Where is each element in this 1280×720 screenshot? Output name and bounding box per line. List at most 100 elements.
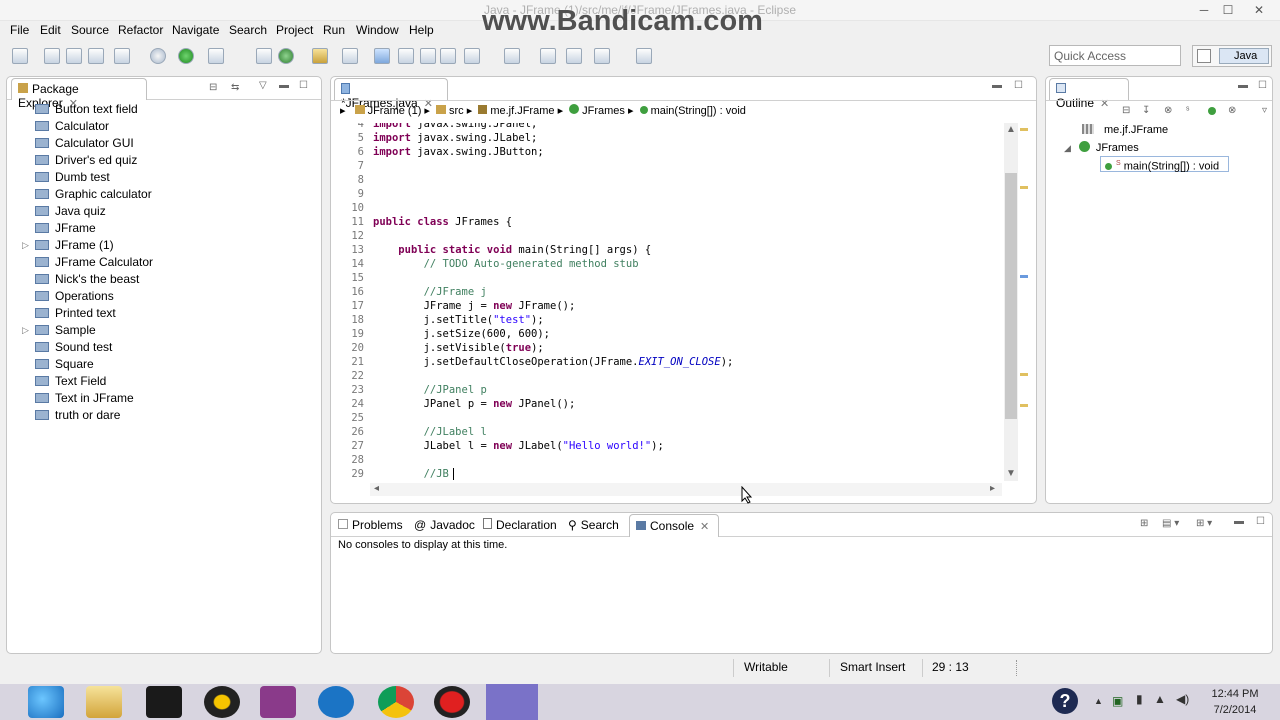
scroll-left-icon[interactable]: ◂ <box>374 483 379 494</box>
internet-explorer-icon[interactable] <box>28 686 64 718</box>
show-whitespace-icon[interactable] <box>420 48 436 64</box>
open-type-icon[interactable] <box>312 48 328 64</box>
scroll-right-icon[interactable]: ▸ <box>990 483 995 494</box>
menu-edit[interactable]: Edit <box>40 22 61 38</box>
code-line[interactable]: 27 JLabel l = new JLabel("Hello world!")… <box>334 439 1002 453</box>
new-java-project-icon[interactable] <box>256 48 272 64</box>
menu-navigate[interactable]: Navigate <box>172 22 219 38</box>
expand-arrow-icon[interactable]: ▷ <box>22 322 29 339</box>
run-icon[interactable] <box>178 48 194 64</box>
menu-run[interactable]: Run <box>323 22 345 38</box>
minimize-button[interactable]: ─ <box>1192 2 1216 18</box>
tray-app-icon[interactable]: ▣ <box>1112 694 1123 708</box>
back-icon[interactable] <box>566 48 582 64</box>
code-line[interactable]: 20 j.setVisible(true); <box>334 341 1002 355</box>
menu-help[interactable]: Help <box>409 22 434 38</box>
code-line[interactable]: 14 // TODO Auto-generated method stub <box>334 257 1002 271</box>
last-edit-location-icon[interactable] <box>540 48 556 64</box>
code-line[interactable]: 17 JFrame j = new JFrame(); <box>334 299 1002 313</box>
display-console-icon[interactable]: ⊞ <box>1140 518 1148 529</box>
scrollbar-thumb[interactable] <box>1005 173 1017 419</box>
project-item[interactable]: Driver's ed quiz <box>17 152 137 169</box>
project-item[interactable]: Graphic calculator <box>17 186 152 203</box>
breadcrumb-method[interactable]: main(String[]) : void <box>651 105 746 117</box>
forward-icon[interactable] <box>594 48 610 64</box>
media-player-icon[interactable] <box>204 686 240 718</box>
project-item[interactable]: Sound test <box>17 339 112 356</box>
save-icon[interactable] <box>44 48 60 64</box>
outline-item-method[interactable]: S main(String[]) : void <box>1100 156 1229 173</box>
battery-icon[interactable]: ▮ <box>1136 692 1143 706</box>
project-item[interactable]: ▷ Sample <box>17 322 96 339</box>
code-line[interactable]: 29 //JB <box>334 467 1002 481</box>
show-hidden-icons[interactable]: ▲ <box>1094 696 1103 706</box>
breadcrumb-class[interactable]: JFrames <box>582 105 625 117</box>
new-icon[interactable] <box>12 48 28 64</box>
chrome-icon[interactable] <box>378 686 414 718</box>
breadcrumb-arrow-icon[interactable]: ▸ <box>628 105 637 117</box>
code-line[interactable]: 19 j.setSize(600, 600); <box>334 327 1002 341</box>
maximize-button[interactable]: ☐ <box>1216 2 1240 18</box>
code-line[interactable]: 24 JPanel p = new JPanel(); <box>334 397 1002 411</box>
project-item[interactable]: Button text field <box>17 101 138 118</box>
menu-search[interactable]: Search <box>229 22 267 38</box>
sort-icon[interactable]: ↧ <box>1142 105 1150 116</box>
code-line[interactable]: 11 public class JFrames { <box>334 215 1002 229</box>
annotation-marker[interactable] <box>1020 373 1028 376</box>
editor-horizontal-scrollbar[interactable]: ◂ ▸ <box>370 483 1002 496</box>
code-line[interactable]: 13 public static void main(String[] args… <box>334 243 1002 257</box>
help-icon[interactable]: ? <box>1052 688 1078 714</box>
console-minimize-icon[interactable]: ▬ <box>1234 516 1244 527</box>
project-item[interactable]: Calculator GUI <box>17 135 134 152</box>
hp-icon[interactable] <box>318 686 354 718</box>
clock-date[interactable]: 7/2/2014 <box>1210 704 1260 716</box>
pilcrow-icon[interactable] <box>440 48 456 64</box>
tab-console[interactable]: Console ✕ <box>629 514 719 537</box>
editor-vertical-scrollbar[interactable] <box>1004 123 1018 481</box>
outline-item-class[interactable]: ◢ JFrames <box>1064 141 1139 154</box>
project-item[interactable]: Java quiz <box>17 203 106 220</box>
perspective-switcher[interactable]: Java <box>1192 45 1272 67</box>
tab-package-explorer[interactable]: Package Explorer ✕ <box>11 78 147 110</box>
code-line[interactable]: 15 <box>334 271 1002 285</box>
code-line[interactable]: 23 //JPanel p <box>334 383 1002 397</box>
breadcrumb-package[interactable]: me.jf.JFrame <box>490 105 554 117</box>
code-line[interactable]: 12 <box>334 229 1002 243</box>
project-item[interactable]: truth or dare <box>17 407 120 424</box>
editor-maximize-icon[interactable]: ☐ <box>1014 80 1023 91</box>
collapse-all-icon[interactable]: ⊟ <box>209 82 217 93</box>
search-icon[interactable] <box>342 48 358 64</box>
view-menu-icon[interactable]: ▿ <box>1262 105 1267 116</box>
java-perspective-button[interactable]: Java <box>1219 48 1269 64</box>
view-menu-icon[interactable]: ▽ <box>259 80 267 91</box>
tab-search[interactable]: ⚲ Search <box>568 518 619 532</box>
code-line[interactable]: 22 <box>334 369 1002 383</box>
collapse-all-icon[interactable]: ⊟ <box>1122 105 1130 116</box>
code-line[interactable]: 26 //JLabel l <box>334 425 1002 439</box>
hide-static-icon[interactable]: ˢ <box>1186 105 1189 116</box>
hide-local-types-icon[interactable]: ⊗ <box>1228 105 1236 116</box>
code-line[interactable]: 9 <box>334 187 1002 201</box>
tab-outline[interactable]: Outline ✕ <box>1049 78 1129 110</box>
tab-declaration[interactable]: Declaration <box>483 518 557 532</box>
minimize-view-icon[interactable]: ▬ <box>279 80 289 91</box>
close-window-button[interactable]: ✕ <box>1242 2 1276 18</box>
project-item[interactable]: Operations <box>17 288 114 305</box>
media-app-icon[interactable] <box>146 686 182 718</box>
code-editor[interactable]: 4 import javax.swing.JPanel; 5 import javax… <box>334 123 1002 483</box>
project-item[interactable]: Dumb test <box>17 169 110 186</box>
onenote-icon[interactable] <box>260 686 296 718</box>
menu-source[interactable]: Source <box>71 22 109 38</box>
breadcrumb-project[interactable]: JFrame (1) <box>368 105 422 117</box>
breadcrumb-arrow-icon[interactable]: ▸ <box>340 105 349 117</box>
save-all-icon[interactable] <box>66 48 82 64</box>
expand-arrow-icon[interactable]: ▷ <box>22 237 29 254</box>
outline-maximize-icon[interactable]: ☐ <box>1258 80 1267 91</box>
annotation-marker[interactable] <box>1020 186 1028 189</box>
scroll-down-icon[interactable]: ▼ <box>1006 468 1016 479</box>
project-item[interactable]: Text in JFrame <box>17 390 134 407</box>
maximize-view-icon[interactable]: ☐ <box>299 80 308 91</box>
eclipse-taskbar-button[interactable] <box>486 684 538 720</box>
scroll-up-icon[interactable]: ▲ <box>1006 124 1016 135</box>
project-item[interactable]: Nick's the beast <box>17 271 139 288</box>
